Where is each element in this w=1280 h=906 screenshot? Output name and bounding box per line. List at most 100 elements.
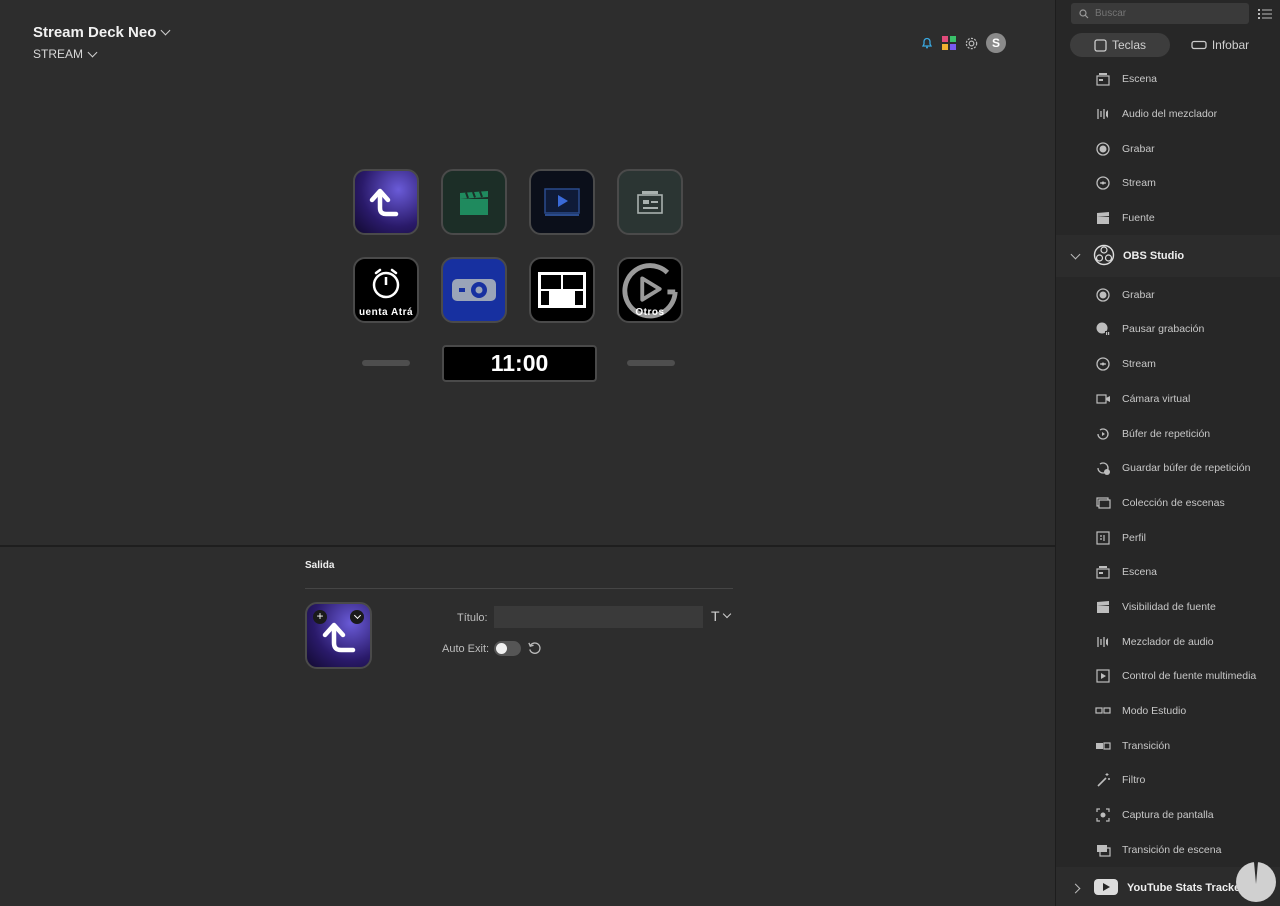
scene-icon bbox=[1094, 71, 1111, 88]
filter-icon bbox=[1094, 772, 1111, 789]
stream-icon bbox=[1094, 356, 1111, 373]
key-layout[interactable] bbox=[529, 257, 595, 323]
action-item-label: Guardar búfer de repetición bbox=[1122, 462, 1251, 475]
action-item-label: Modo Estudio bbox=[1122, 705, 1187, 718]
action-item[interactable]: Cámara virtual bbox=[1056, 382, 1280, 417]
panel-divider[interactable] bbox=[0, 545, 1055, 547]
action-item-label: Captura de pantalla bbox=[1122, 809, 1214, 822]
action-item[interactable]: Escena bbox=[1056, 555, 1280, 590]
group-obs-studio[interactable]: OBS Studio bbox=[1056, 235, 1280, 278]
action-item[interactable]: Escena bbox=[1056, 62, 1280, 97]
header-icons: S bbox=[918, 33, 1006, 53]
settings-gear-icon[interactable] bbox=[962, 34, 980, 52]
profile-name: STREAM bbox=[33, 47, 84, 61]
key-icon bbox=[1094, 38, 1107, 52]
list-view-icon[interactable] bbox=[1258, 7, 1272, 25]
action-item[interactable]: Transición bbox=[1056, 728, 1280, 763]
text-format-button[interactable]: T bbox=[711, 608, 731, 624]
obs-logo-icon bbox=[1093, 244, 1115, 269]
action-item[interactable]: Stream bbox=[1056, 347, 1280, 382]
title-input[interactable] bbox=[494, 606, 703, 628]
search-input[interactable] bbox=[1095, 8, 1235, 19]
device-name: Stream Deck Neo bbox=[33, 24, 157, 41]
action-item[interactable]: Guardar búfer de repetición bbox=[1056, 451, 1280, 486]
sidebar-tabs: Teclas Infobar bbox=[1070, 33, 1270, 57]
action-item-label: Filtro bbox=[1122, 774, 1146, 787]
add-image-icon[interactable]: + bbox=[313, 610, 327, 624]
key-countdown-label: uenta Atrá bbox=[358, 307, 414, 318]
infobar-clock[interactable]: 11:00 bbox=[442, 345, 597, 382]
action-item-label: Escena bbox=[1122, 73, 1158, 86]
key-virtual-camera[interactable] bbox=[441, 257, 507, 323]
key-preview[interactable]: + bbox=[305, 602, 372, 669]
source-visibility-icon bbox=[1094, 598, 1111, 615]
action-list: Escena Audio del mezclador Grabar Stream Fue… bbox=[1056, 62, 1280, 906]
action-item[interactable]: Filtro bbox=[1056, 763, 1280, 798]
layout-grid-icon bbox=[538, 272, 586, 308]
record-icon bbox=[1094, 286, 1111, 303]
action-item[interactable]: Modo Estudio bbox=[1056, 694, 1280, 729]
notification-bell-icon[interactable] bbox=[918, 34, 936, 52]
action-item[interactable]: Pausar grabación bbox=[1056, 312, 1280, 347]
save-replay-icon bbox=[1094, 460, 1111, 477]
action-item-label: Visibilidad de fuente bbox=[1122, 600, 1216, 613]
action-item[interactable]: Grabar bbox=[1056, 277, 1280, 312]
screenshot-icon bbox=[1094, 807, 1111, 824]
canvas-area: Stream Deck Neo STREAM S uenta Atrá Otro… bbox=[0, 0, 1055, 906]
tab-infobar[interactable]: Infobar bbox=[1170, 33, 1270, 57]
action-item[interactable]: Búfer de repetición bbox=[1056, 416, 1280, 451]
search-box[interactable] bbox=[1071, 3, 1249, 24]
tab-infobar-label: Infobar bbox=[1211, 38, 1250, 52]
action-item[interactable]: Fuente bbox=[1056, 201, 1280, 236]
action-item-label: Pausar grabación bbox=[1122, 323, 1205, 336]
scene-icon bbox=[1094, 564, 1111, 581]
virtual-camera-icon bbox=[1094, 390, 1111, 407]
page-indicator-right[interactable] bbox=[627, 360, 675, 366]
action-item[interactable]: Stream bbox=[1056, 166, 1280, 201]
studio-mode-icon bbox=[1094, 703, 1111, 720]
infobar-icon bbox=[1191, 40, 1207, 50]
device-selector[interactable]: Stream Deck Neo bbox=[33, 24, 171, 41]
auto-exit-toggle[interactable] bbox=[494, 641, 521, 656]
action-item-label: Cámara virtual bbox=[1122, 392, 1191, 405]
marketplace-icon[interactable] bbox=[940, 34, 958, 52]
source-icon bbox=[1094, 210, 1111, 227]
action-item[interactable]: Captura de pantalla bbox=[1056, 798, 1280, 833]
key-back-folder[interactable] bbox=[353, 169, 419, 235]
action-item-label: Fuente bbox=[1122, 212, 1155, 225]
page-indicator-left[interactable] bbox=[362, 360, 410, 366]
tab-keys[interactable]: Teclas bbox=[1070, 33, 1170, 57]
key-others[interactable]: Otros bbox=[617, 257, 683, 323]
scene-collection-icon bbox=[1094, 494, 1111, 511]
action-item[interactable]: Transición de escena bbox=[1056, 832, 1280, 867]
action-item-label: Perfil bbox=[1122, 531, 1146, 544]
action-item[interactable]: Grabar bbox=[1056, 131, 1280, 166]
action-item-label: Audio del mezclador bbox=[1122, 108, 1218, 121]
action-item-label: Control de fuente multimedia bbox=[1122, 670, 1257, 683]
action-item[interactable]: Control de fuente multimedia bbox=[1056, 659, 1280, 694]
image-options-chevron-icon[interactable] bbox=[350, 610, 364, 624]
pause-record-icon bbox=[1094, 321, 1111, 338]
action-item-label: Transición bbox=[1122, 739, 1171, 752]
key-source[interactable] bbox=[441, 169, 507, 235]
replay-buffer-icon bbox=[1094, 425, 1111, 442]
chevron-right-icon bbox=[1070, 883, 1081, 894]
action-item-label: Escena bbox=[1122, 566, 1158, 579]
profile-selector[interactable]: STREAM bbox=[33, 47, 98, 61]
chevron-down-icon bbox=[87, 47, 98, 57]
youtube-logo-icon bbox=[1093, 878, 1119, 899]
action-item[interactable]: Perfil bbox=[1056, 520, 1280, 555]
action-item[interactable]: Mezclador de audio bbox=[1056, 624, 1280, 659]
action-item[interactable]: Visibilidad de fuente bbox=[1056, 590, 1280, 625]
camera-icon bbox=[452, 279, 496, 301]
action-item-label: Grabar bbox=[1122, 288, 1155, 301]
key-scene[interactable] bbox=[617, 169, 683, 235]
chevron-down-icon bbox=[160, 25, 171, 36]
key-countdown[interactable]: uenta Atrá bbox=[353, 257, 419, 323]
chevron-down-icon bbox=[1070, 249, 1081, 260]
key-media[interactable] bbox=[529, 169, 595, 235]
reset-icon[interactable] bbox=[527, 641, 542, 661]
action-item[interactable]: Audio del mezclador bbox=[1056, 97, 1280, 132]
action-item[interactable]: Colección de escenas bbox=[1056, 486, 1280, 521]
user-avatar[interactable]: S bbox=[986, 33, 1006, 53]
